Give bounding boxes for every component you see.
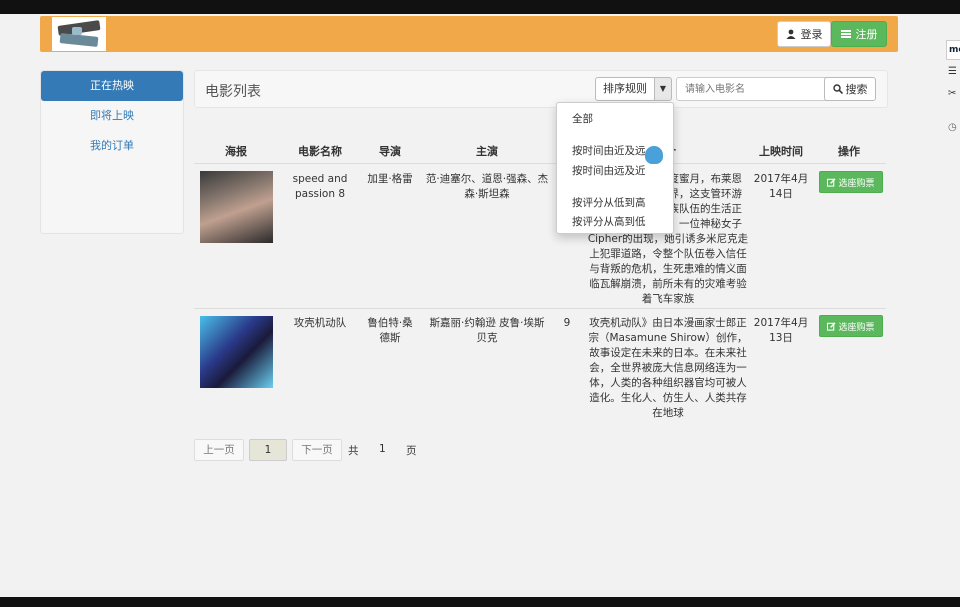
side-tag[interactable]: me	[946, 40, 960, 60]
tool-icon[interactable]: ✂	[948, 88, 956, 99]
movie-intro: 攻壳机动队》由日本漫画家士郎正 宗（Masamune Shirow）创作， 故事…	[588, 317, 748, 419]
menu-icon[interactable]: ☰	[948, 66, 957, 77]
movie-poster[interactable]	[200, 171, 273, 243]
total-pages: 1	[379, 443, 386, 455]
edit-icon	[827, 177, 837, 187]
sort-option-time-asc[interactable]: 按时间由远及近	[572, 163, 646, 178]
user-icon	[786, 29, 795, 39]
col-poster: 海报	[225, 145, 247, 158]
movie-score: 9	[563, 317, 571, 329]
caret-down-icon[interactable]: ▼	[655, 77, 672, 101]
search-label: 搜索	[845, 83, 868, 96]
sort-option-time-desc[interactable]: 按时间由近及远	[572, 143, 646, 158]
sort-option-all[interactable]: 全部	[572, 111, 593, 126]
sort-option-score-asc[interactable]: 按评分从低到高	[572, 195, 646, 210]
cursor-icon	[645, 146, 663, 164]
sort-dropdown[interactable]: 排序规则 ▼	[595, 77, 672, 101]
total-suffix: 页	[406, 445, 417, 457]
search-icon	[832, 84, 843, 94]
search-button[interactable]: 搜索	[824, 77, 876, 101]
buy-ticket-button[interactable]: 选座购票	[819, 315, 883, 337]
login-label: 登录	[800, 28, 823, 41]
register-button[interactable]: 注册	[831, 21, 887, 47]
col-director: 导演	[379, 145, 401, 158]
next-page-button[interactable]: 下一页	[292, 439, 342, 461]
movie-release-date: 2017年4月 14日	[753, 173, 809, 200]
col-action: 操作	[838, 145, 860, 158]
movie-list-header: 电影列表 排序规则 ▼ 搜索	[194, 70, 888, 108]
current-page[interactable]: 1	[249, 439, 287, 461]
movie-name[interactable]: 攻壳机动队	[288, 316, 352, 331]
movie-name[interactable]: speed and passion 8	[288, 172, 352, 202]
col-name: 电影名称	[298, 145, 342, 158]
col-date: 上映时间	[759, 145, 803, 158]
movie-actors: 范·迪塞尔、道恩·强森、杰 森·斯坦森	[425, 173, 549, 200]
edit-icon	[827, 321, 837, 331]
sort-menu: 全部 按时间由近及远 按时间由远及近 按评分从低到高 按评分从高到低	[556, 102, 674, 234]
col-actors: 主演	[476, 145, 498, 158]
sidebar-item-coming-soon[interactable]: 即将上映	[42, 101, 182, 131]
prev-page-button[interactable]: 上一页	[194, 439, 244, 461]
sidebar-item-now-showing[interactable]: 正在热映	[41, 71, 183, 101]
list-icon	[840, 30, 851, 38]
buy-ticket-button[interactable]: 选座购票	[819, 171, 883, 193]
row-divider	[194, 308, 886, 309]
page-title: 电影列表	[205, 84, 261, 100]
window-top-bar	[0, 0, 960, 14]
sidebar-item-my-orders[interactable]: 我的订单	[42, 131, 182, 161]
window-bottom-bar	[0, 597, 960, 607]
login-button[interactable]: 登录	[777, 21, 831, 47]
movie-actors: 斯嘉丽·约翰逊 皮鲁·埃斯 贝克	[429, 317, 545, 344]
sort-option-score-desc[interactable]: 按评分从高到低	[572, 214, 646, 229]
clock-icon[interactable]: ◷	[948, 122, 957, 133]
film-logo-icon[interactable]	[52, 17, 106, 51]
sort-button[interactable]: 排序规则	[595, 77, 655, 101]
movie-director: 鲁伯特·桑 德斯	[367, 317, 413, 344]
movie-poster[interactable]	[200, 316, 273, 388]
top-navbar: 登录 注册	[40, 16, 898, 52]
movie-release-date: 2017年4月 13日	[753, 317, 809, 344]
sidebar: 正在热映 即将上映 我的订单	[40, 70, 184, 234]
search-input[interactable]	[676, 77, 836, 101]
movie-director: 加里·格雷	[367, 173, 413, 185]
register-label: 注册	[855, 28, 878, 41]
total-prefix: 共	[348, 445, 359, 457]
row-divider	[194, 163, 886, 164]
